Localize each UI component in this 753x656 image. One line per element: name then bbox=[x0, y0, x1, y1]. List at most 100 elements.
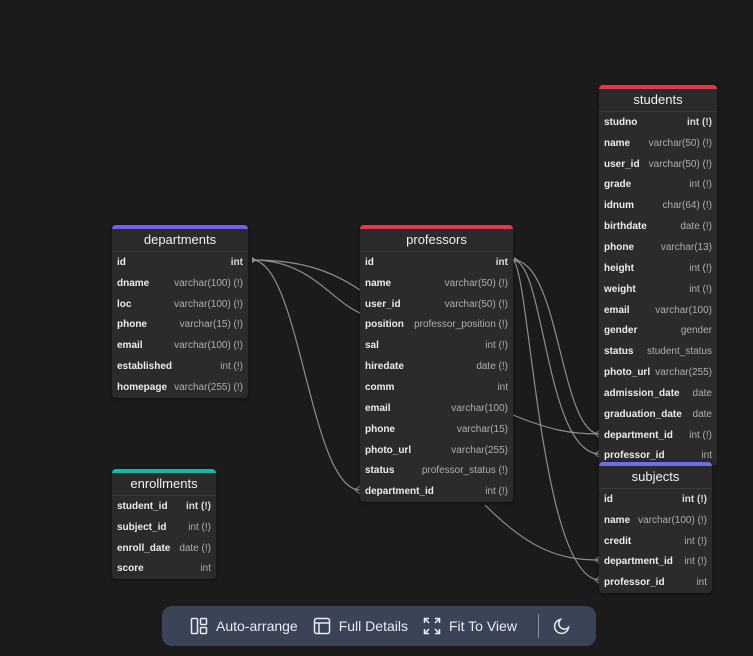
column-name: idnum bbox=[604, 200, 634, 212]
column-type: int bbox=[230, 256, 243, 268]
table-row[interactable]: enroll_date date (!) bbox=[112, 538, 216, 559]
table-subjects[interactable]: subjects id int (!) name varchar(100) (!) cr… bbox=[599, 462, 712, 594]
edge-professors-students-department bbox=[512, 259, 601, 435]
table-row[interactable]: department_id int (!) bbox=[599, 552, 712, 573]
table-row[interactable]: photo_url varchar(255) bbox=[360, 440, 513, 461]
table-row[interactable]: established int (!) bbox=[112, 356, 248, 377]
table-row[interactable]: name varchar(50) (!) bbox=[360, 273, 513, 294]
table-row[interactable]: name varchar(50) (!) bbox=[599, 133, 717, 154]
column-type: date (!) bbox=[476, 361, 508, 373]
column-name: position bbox=[365, 319, 404, 331]
table-row[interactable]: grade int (!) bbox=[599, 175, 717, 196]
moon-icon bbox=[553, 618, 570, 635]
column-name: department_id bbox=[365, 486, 434, 498]
column-name: gender bbox=[604, 325, 638, 337]
column-type: varchar(100) (!) bbox=[174, 277, 243, 289]
table-row[interactable]: idnum char(64) (!) bbox=[599, 195, 717, 216]
table-row[interactable]: phone varchar(15) bbox=[360, 419, 513, 440]
table-row[interactable]: id int bbox=[360, 252, 513, 273]
column-name: professor_id bbox=[604, 450, 665, 462]
column-name: photo_url bbox=[604, 367, 651, 379]
table-row[interactable]: score int bbox=[112, 559, 216, 580]
full-details-button[interactable]: Full Details bbox=[313, 617, 408, 635]
column-type: int (!) bbox=[188, 521, 211, 533]
table-row[interactable]: homepage varchar(255) (!) bbox=[112, 377, 248, 398]
table-row[interactable]: comm int bbox=[360, 377, 513, 398]
auto-arrange-button[interactable]: Auto-arrange bbox=[190, 617, 298, 635]
column-type: varchar(255) bbox=[451, 444, 508, 456]
table-row[interactable]: id int (!) bbox=[599, 489, 712, 510]
table-row[interactable]: birthdate date (!) bbox=[599, 216, 717, 237]
table-departments[interactable]: departments id int dname varchar(100) (!) lo… bbox=[112, 225, 248, 398]
column-type: int (!) bbox=[689, 429, 712, 441]
table-row[interactable]: hiredate date (!) bbox=[360, 356, 513, 377]
table-row[interactable]: department_id int (!) bbox=[360, 481, 513, 502]
column-type: varchar(13) bbox=[660, 241, 712, 253]
column-type: int (!) bbox=[684, 535, 707, 547]
edge-email-students bbox=[512, 414, 601, 435]
column-type: professor_status (!) bbox=[421, 465, 508, 477]
table-row[interactable]: department_id int (!) bbox=[599, 425, 717, 446]
column-name: phone bbox=[117, 319, 147, 331]
column-type: varchar(50) (!) bbox=[648, 137, 712, 149]
column-name: studno bbox=[604, 116, 638, 128]
table-row[interactable]: status professor_status (!) bbox=[360, 460, 513, 481]
column-name: subject_id bbox=[117, 521, 167, 533]
table-students[interactable]: students studno int (!) name varchar(50) (!… bbox=[599, 85, 717, 467]
toolbar-divider bbox=[537, 614, 539, 638]
column-name: loc bbox=[117, 298, 132, 310]
expand-icon bbox=[423, 617, 441, 635]
column-name: credit bbox=[604, 535, 632, 547]
column-type: int bbox=[495, 256, 508, 268]
column-type: int bbox=[696, 577, 707, 589]
table-professors[interactable]: professors id int name varchar(50) (!) user_… bbox=[360, 225, 513, 503]
column-name: email bbox=[117, 340, 143, 352]
table-row[interactable]: email varchar(100) (!) bbox=[112, 335, 248, 356]
table-row[interactable]: subject_id int (!) bbox=[112, 517, 216, 538]
table-enrollments[interactable]: enrollments student_id int (!) subject_id i… bbox=[112, 469, 216, 580]
table-row[interactable]: email varchar(100) bbox=[599, 300, 717, 321]
table-row[interactable]: credit int (!) bbox=[599, 531, 712, 552]
table-row[interactable]: height int (!) bbox=[599, 258, 717, 279]
column-name: status bbox=[365, 465, 395, 477]
column-type: varchar(15) (!) bbox=[179, 319, 243, 331]
column-type: int (!) bbox=[689, 283, 712, 295]
column-name: height bbox=[604, 262, 634, 274]
table-title: departments bbox=[112, 229, 248, 252]
column-name: name bbox=[365, 277, 392, 289]
table-row[interactable]: sal int (!) bbox=[360, 335, 513, 356]
table-row[interactable]: id int bbox=[112, 252, 248, 273]
table-row[interactable]: weight int (!) bbox=[599, 279, 717, 300]
table-row[interactable]: student_id int (!) bbox=[112, 496, 216, 517]
table-row[interactable]: admission_date date bbox=[599, 383, 717, 404]
column-type: student_status bbox=[646, 346, 712, 358]
table-row[interactable]: status student_status bbox=[599, 341, 717, 362]
table-title: subjects bbox=[599, 466, 712, 489]
column-name: dname bbox=[117, 277, 150, 289]
table-row[interactable]: studno int (!) bbox=[599, 112, 717, 133]
table-row[interactable]: phone varchar(13) bbox=[599, 237, 717, 258]
table-row[interactable]: loc varchar(100) (!) bbox=[112, 294, 248, 315]
column-name: email bbox=[365, 402, 391, 414]
table-row[interactable]: email varchar(100) bbox=[360, 398, 513, 419]
fit-to-view-button[interactable]: Fit To View bbox=[423, 617, 517, 635]
column-name: hiredate bbox=[365, 361, 404, 373]
table-row[interactable]: user_id varchar(50) (!) bbox=[360, 294, 513, 315]
column-type: varchar(100) bbox=[655, 304, 712, 316]
column-type: date (!) bbox=[179, 542, 211, 554]
column-name: comm bbox=[365, 381, 395, 393]
theme-toggle-button[interactable] bbox=[553, 617, 579, 635]
edge-bottom-subjects bbox=[484, 504, 601, 561]
table-row[interactable]: gender gender bbox=[599, 320, 717, 341]
table-row[interactable]: position professor_position (!) bbox=[360, 315, 513, 336]
table-row[interactable]: user_id varchar(50) (!) bbox=[599, 154, 717, 175]
table-row[interactable]: photo_url varchar(255) bbox=[599, 362, 717, 383]
table-row[interactable]: dname varchar(100) (!) bbox=[112, 273, 248, 294]
table-row[interactable]: professor_id int bbox=[599, 572, 712, 593]
table-row[interactable]: graduation_date date bbox=[599, 404, 717, 425]
column-type: int (!) bbox=[689, 179, 712, 191]
table-row[interactable]: phone varchar(15) (!) bbox=[112, 315, 248, 336]
column-type: varchar(100) (!) bbox=[638, 514, 707, 526]
table-row[interactable]: name varchar(100) (!) bbox=[599, 510, 712, 531]
edge-professors-subjects-professor bbox=[512, 259, 601, 581]
